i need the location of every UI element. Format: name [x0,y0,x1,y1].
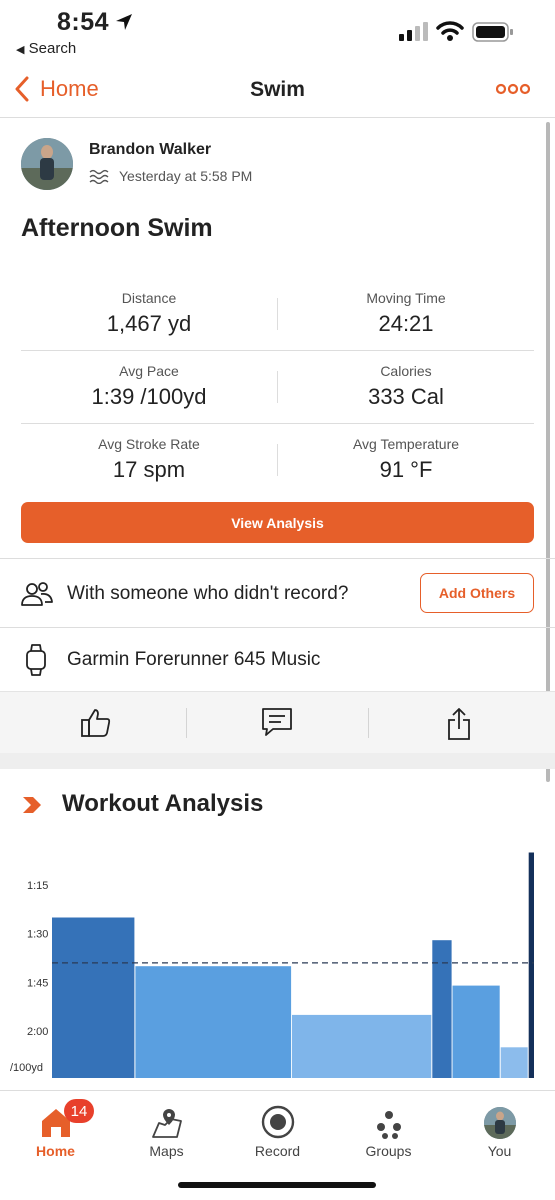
people-icon [21,582,53,606]
stat-label: Avg Temperature [352,436,460,452]
stats-row: Avg Pace 1:39 /100yd Calories 333 Cal [21,351,534,424]
stat-value: 24:21 [378,311,434,336]
stats-row: Avg Stroke Rate 17 spm Avg Temperature 9… [21,424,534,497]
nav-bar: Home Swim [0,62,555,118]
with-others-row: With someone who didn't record? Add Othe… [0,559,555,627]
stats-grid: Distance 1,467 yd Moving Time 24:21 Avg … [21,278,534,497]
profile-avatar [483,1107,516,1139]
athlete-avatar[interactable] [21,138,73,190]
tab-label: Groups [365,1143,412,1159]
kudos-thumbs-up-icon[interactable] [80,707,112,739]
stat-value: 333 Cal [368,384,444,409]
analysis-chevron-icon [23,797,41,813]
share-icon[interactable] [447,707,471,741]
stat-value: 91 °F [379,457,433,482]
back-triangle-icon: ◀ [16,44,25,56]
device-name: Garmin Forerunner 645 Music [67,649,321,670]
pace-bar [452,985,500,1078]
activity-meta: Yesterday at 5:58 PM [89,168,252,184]
stat-value: 17 spm [112,457,186,482]
tab-label: Home [36,1143,75,1159]
stat-label: Moving Time [366,290,446,306]
stat-label: Distance [121,290,177,306]
device-row[interactable]: Garmin Forerunner 645 Music [0,628,555,690]
tab-maps[interactable]: Maps [111,1099,222,1159]
pace-bar [528,852,534,1078]
activity-datetime: Yesterday at 5:58 PM [119,168,253,184]
stat-label: Avg Stroke Rate [98,436,200,452]
pace-chart[interactable]: 1:15 1:30 1:45 2:00/100yd [0,845,555,1080]
status-bar: 8:54 ◀ Search [0,0,555,62]
back-to-app-label: Search [28,40,77,57]
tab-home[interactable]: 14 Home [0,1099,111,1159]
location-arrow-icon [116,14,132,30]
status-time: 8:54 [57,8,110,36]
tab-you[interactable]: You [444,1099,555,1159]
add-others-button[interactable]: Add Others [420,573,534,613]
more-options-icon[interactable] [496,82,530,96]
action-divider [368,708,369,738]
home-indicator [178,1182,376,1188]
pace-bar [292,1014,432,1078]
stats-row: Distance 1,467 yd Moving Time 24:21 [21,278,534,351]
stat-value: 1,467 yd [106,311,192,336]
record-icon [261,1105,294,1139]
stat-label: Calories [380,363,432,379]
wifi-icon [436,21,464,41]
y-tick-label: 1:30 [27,929,48,941]
swim-waves-icon [89,169,109,184]
pace-bar [432,940,452,1078]
back-label: Home [40,76,99,101]
y-tick-label: /100yd [10,1062,43,1074]
y-tick-label: 1:15 [27,880,48,892]
pace-bar [135,966,292,1078]
chevron-left-icon [15,76,29,102]
view-analysis-button[interactable]: View Analysis [21,502,534,543]
stat-value: 1:39 /100yd [91,384,207,409]
comment-icon[interactable] [261,707,293,737]
stat-avg-pace: Avg Pace 1:39 /100yd [21,363,277,410]
social-action-bar [0,691,555,753]
athlete-photo [21,138,73,190]
stat-calories: Calories 333 Cal [278,363,534,410]
back-to-app-link[interactable]: ◀ Search [16,40,76,57]
workout-analysis-title: Workout Analysis [62,790,264,817]
section-gap [0,753,555,769]
action-divider [186,708,187,738]
profile-photo [483,1107,516,1139]
stat-avg-temperature: Avg Temperature 91 °F [278,436,534,483]
tab-groups[interactable]: Groups [333,1099,444,1159]
stat-moving-time: Moving Time 24:21 [278,290,534,337]
watch-icon [26,644,46,676]
activity-title: Afternoon Swim [21,214,213,242]
stat-stroke-rate: Avg Stroke Rate 17 spm [21,436,277,483]
stat-distance: Distance 1,467 yd [21,290,277,337]
cellular-signal-icon [399,22,428,41]
home-back-button[interactable]: Home [14,76,99,102]
tab-label: Maps [149,1143,184,1159]
tab-label: Record [254,1143,301,1159]
maps-icon [151,1109,182,1138]
tab-record[interactable]: Record [222,1099,333,1159]
notification-badge: 14 [64,1099,94,1123]
with-others-text: With someone who didn't record? [67,583,349,604]
stat-label: Avg Pace [119,363,179,379]
groups-icon [376,1111,401,1139]
y-tick-label: 2:00 [27,1026,48,1038]
tab-label: You [487,1143,512,1159]
athlete-name[interactable]: Brandon Walker [89,141,211,159]
pace-bar [500,1047,528,1078]
pace-bar [52,917,135,1078]
y-tick-label: 1:45 [27,977,48,989]
battery-icon [472,22,513,42]
